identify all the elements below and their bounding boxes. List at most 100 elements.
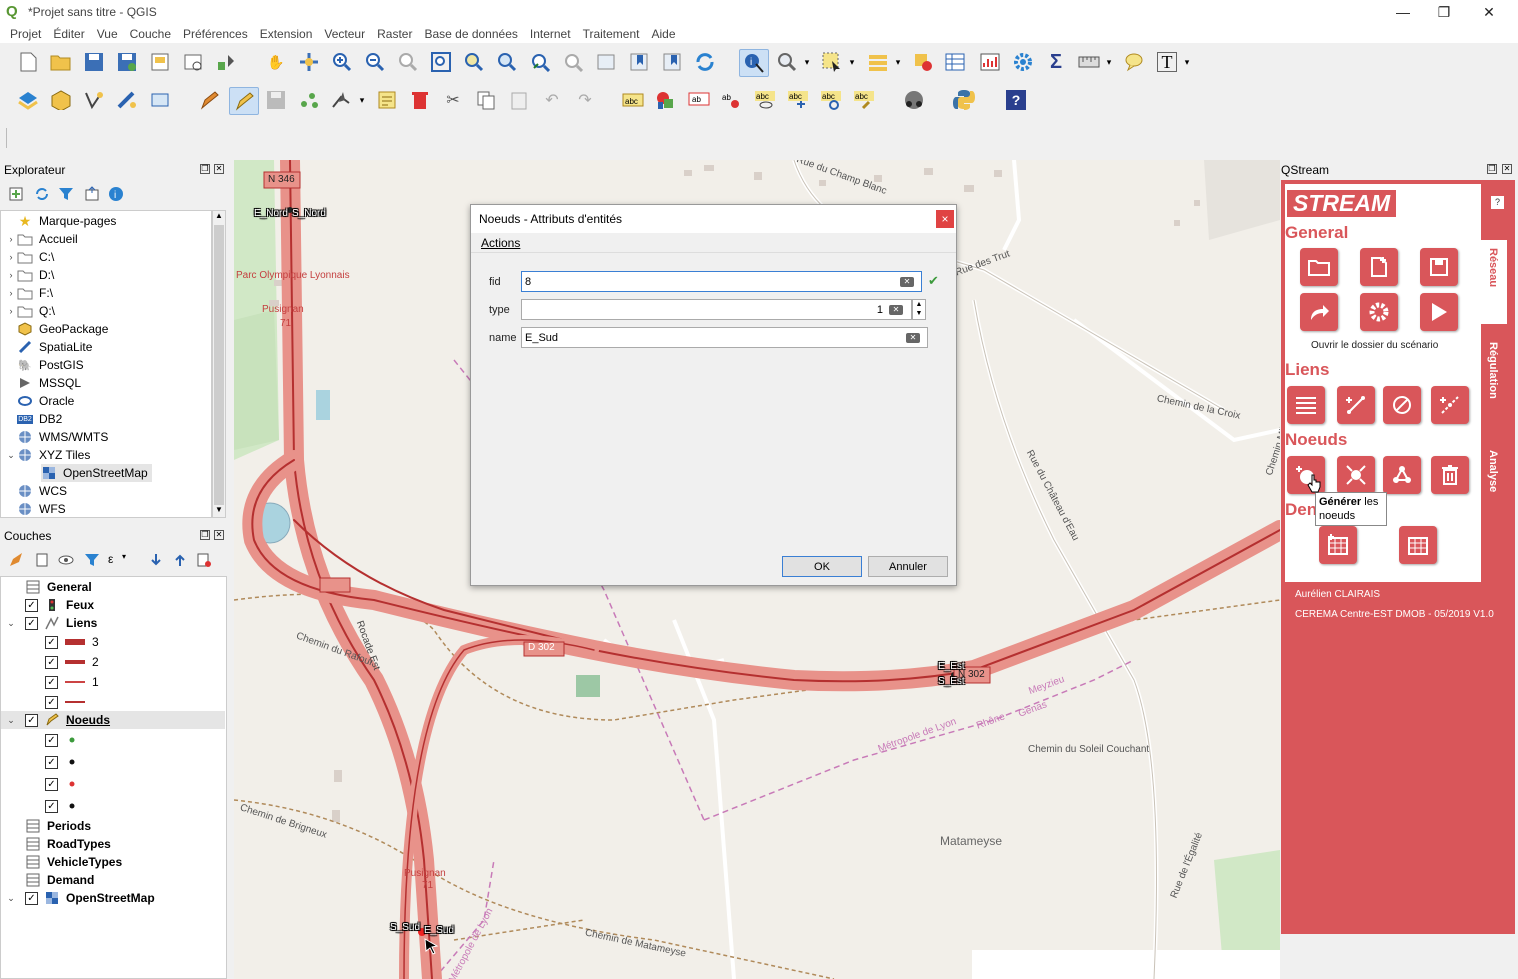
menu-editer[interactable]: Éditer bbox=[47, 27, 90, 41]
expanded-arrow-icon[interactable]: ⌄ bbox=[5, 450, 17, 461]
type-spinbox[interactable]: 1 bbox=[521, 299, 912, 320]
data-source-manager-icon[interactable] bbox=[16, 88, 40, 112]
browser-item[interactable]: GeoPackage bbox=[5, 320, 108, 338]
add-point-icon[interactable] bbox=[297, 88, 321, 112]
menu-raster[interactable]: Raster bbox=[371, 27, 418, 41]
new-file-icon[interactable] bbox=[1360, 248, 1398, 286]
new-geopackage-icon[interactable] bbox=[49, 88, 73, 112]
layer-item[interactable]: ✓ bbox=[45, 693, 92, 711]
filter-expression-icon[interactable]: ε bbox=[108, 552, 113, 566]
manage-visibility-icon[interactable] bbox=[58, 552, 74, 571]
measure-dropdown-icon[interactable]: ▾ bbox=[1102, 50, 1116, 74]
collapsed-arrow-icon[interactable]: › bbox=[5, 306, 17, 316]
layer-visibility-checkbox[interactable]: ✓ bbox=[45, 733, 58, 747]
browser-item[interactable]: › Q:\ bbox=[5, 302, 56, 320]
export-icon[interactable] bbox=[1300, 293, 1338, 331]
reverse-link-icon[interactable] bbox=[1383, 386, 1421, 424]
show-hide-labels-icon[interactable]: abc bbox=[753, 88, 777, 112]
menu-internet[interactable]: Internet bbox=[524, 27, 577, 41]
layer-item[interactable]: ⌄ ✓ Liens bbox=[5, 614, 97, 632]
save-edits-icon[interactable] bbox=[264, 88, 288, 112]
new-print-layout-icon[interactable] bbox=[148, 50, 172, 74]
new-project-icon[interactable] bbox=[16, 50, 40, 74]
settings-icon[interactable] bbox=[1360, 293, 1398, 331]
show-bookmarks-icon[interactable] bbox=[660, 50, 684, 74]
node-connect-icon[interactable] bbox=[1337, 456, 1375, 494]
browser-item[interactable]: ⌄ XYZ Tiles bbox=[5, 446, 90, 464]
menu-traitement[interactable]: Traitement bbox=[577, 27, 646, 41]
layer-visibility-checkbox[interactable]: ✓ bbox=[25, 616, 38, 630]
layer-visibility-checkbox[interactable]: ✓ bbox=[25, 598, 38, 612]
name-input[interactable]: E_Sud bbox=[521, 327, 928, 348]
tab-regulation[interactable]: Régulation bbox=[1487, 342, 1499, 399]
close-panel-icon[interactable]: ✕ bbox=[214, 530, 224, 540]
table-icon[interactable] bbox=[1399, 526, 1437, 564]
split-link-icon[interactable] bbox=[1431, 386, 1469, 424]
text-annotation-icon[interactable]: T bbox=[1155, 50, 1179, 74]
menu-extension[interactable]: Extension bbox=[254, 27, 319, 41]
modify-attributes-icon[interactable] bbox=[375, 88, 399, 112]
browser-scrollbar[interactable]: ▲ ▼ bbox=[212, 210, 226, 518]
select-dropdown-icon[interactable]: ▾ bbox=[845, 50, 859, 74]
folder-open-icon[interactable] bbox=[1300, 248, 1338, 286]
rotate-label-icon[interactable]: abc bbox=[819, 88, 843, 112]
collapsed-arrow-icon[interactable]: › bbox=[5, 234, 17, 244]
help-button[interactable]: ? bbox=[1491, 196, 1504, 209]
expanded-arrow-icon[interactable]: ⌄ bbox=[5, 618, 17, 629]
actions-icon[interactable] bbox=[775, 50, 799, 74]
close-panel-icon[interactable]: ✕ bbox=[214, 164, 224, 174]
layer-visibility-checkbox[interactable]: ✓ bbox=[45, 755, 58, 769]
select-features-icon[interactable] bbox=[820, 50, 844, 74]
save-icon[interactable] bbox=[1420, 248, 1458, 286]
diagram-options-icon[interactable] bbox=[654, 88, 678, 112]
layer-item[interactable]: ⌄ ✓ OpenStreetMap bbox=[5, 889, 154, 907]
layer-visibility-checkbox[interactable]: ✓ bbox=[45, 777, 58, 791]
clear-field-icon[interactable]: ✕ bbox=[906, 333, 920, 343]
clear-field-icon[interactable]: ✕ bbox=[889, 305, 903, 315]
map-tips-icon[interactable] bbox=[1122, 50, 1146, 74]
paste-features-icon[interactable] bbox=[507, 88, 531, 112]
select-by-value-dropdown-icon[interactable]: ▾ bbox=[891, 50, 905, 74]
type-spin-arrows-icon[interactable]: ▲ ▼ bbox=[912, 299, 926, 320]
save-as-icon[interactable] bbox=[115, 50, 139, 74]
new-spatialite-icon[interactable] bbox=[115, 88, 139, 112]
add-group-icon[interactable] bbox=[34, 552, 50, 571]
node-merge-icon[interactable] bbox=[1383, 456, 1421, 494]
layer-item[interactable]: ✓ 1 bbox=[45, 673, 99, 691]
layer-item[interactable]: Demand bbox=[5, 871, 94, 889]
zoom-to-layer-icon[interactable] bbox=[495, 50, 519, 74]
collapsed-arrow-icon[interactable]: › bbox=[5, 288, 17, 298]
actions-dropdown-icon[interactable]: ▾ bbox=[800, 50, 814, 74]
table-add-icon[interactable] bbox=[1319, 526, 1357, 564]
layer-item[interactable]: VehicleTypes bbox=[5, 853, 122, 871]
browser-item[interactable]: 🐘 PostGIS bbox=[5, 356, 84, 374]
zoom-out-icon[interactable] bbox=[363, 50, 387, 74]
new-temp-layer-icon[interactable] bbox=[148, 88, 172, 112]
browser-item[interactable]: › D:\ bbox=[5, 266, 55, 284]
dialog-close-button[interactable]: × bbox=[936, 210, 954, 228]
minimize-button[interactable]: — bbox=[1380, 0, 1426, 24]
style-manager-icon[interactable] bbox=[214, 50, 238, 74]
layer-visibility-checkbox[interactable]: ✓ bbox=[45, 799, 58, 813]
menu-vecteur[interactable]: Vecteur bbox=[318, 27, 371, 41]
collapse-all-layers-icon[interactable] bbox=[172, 552, 188, 571]
expand-all-icon[interactable] bbox=[148, 552, 164, 571]
layer-visibility-checkbox[interactable]: ✓ bbox=[45, 695, 58, 709]
vertex-dropdown-icon[interactable]: ▾ bbox=[355, 88, 369, 112]
layer-item[interactable]: Periods bbox=[5, 817, 91, 835]
layer-visibility-checkbox[interactable]: ✓ bbox=[45, 675, 58, 689]
browser-item[interactable]: WFS bbox=[5, 500, 66, 518]
menu-couche[interactable]: Couche bbox=[124, 27, 177, 41]
layer-visibility-checkbox[interactable]: ✓ bbox=[45, 635, 58, 649]
open-project-icon[interactable] bbox=[49, 50, 73, 74]
browser-item[interactable]: Oracle bbox=[5, 392, 74, 410]
redo-icon[interactable]: ↷ bbox=[573, 88, 597, 112]
layer-item[interactable]: RoadTypes bbox=[5, 835, 111, 853]
float-panel-icon[interactable]: ❐ bbox=[200, 530, 210, 540]
close-panel-icon[interactable]: ✕ bbox=[1502, 164, 1512, 174]
filter-legend-icon[interactable] bbox=[84, 552, 100, 571]
measure-icon[interactable] bbox=[1077, 50, 1101, 74]
pin-labels-icon[interactable]: ab bbox=[720, 88, 744, 112]
quickosm-icon[interactable] bbox=[902, 88, 926, 112]
layer-item[interactable]: ✓ bbox=[45, 731, 86, 749]
